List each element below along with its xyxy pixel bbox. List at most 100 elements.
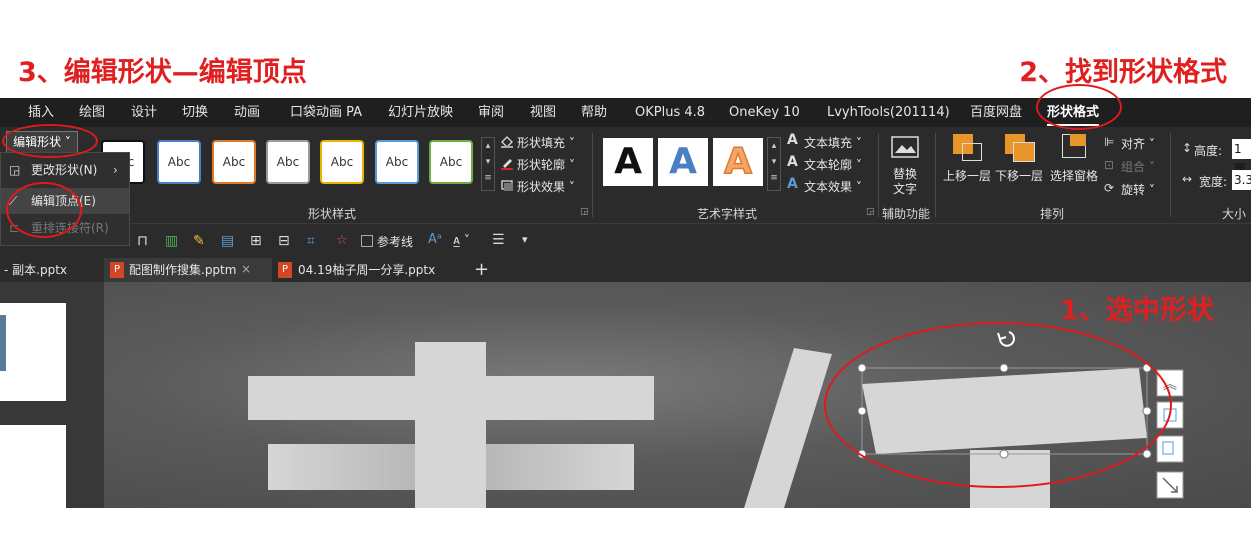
text-box-icon[interactable]: ᴀ̲ ˅ (453, 233, 470, 247)
separator (592, 133, 593, 217)
alt-text-icon (891, 136, 919, 158)
thumbnail-image (0, 315, 6, 371)
dialog-launcher-icon[interactable]: ◲ (580, 207, 589, 217)
doc-tab-copy[interactable]: - 副本.pptx (0, 258, 67, 282)
list-icon[interactable]: ☰ (492, 232, 505, 248)
highlight-selected-shape (824, 322, 1172, 488)
align-button[interactable]: 对齐 ˅ (1121, 135, 1155, 152)
align-grid-icon[interactable]: ⊞ (250, 233, 262, 249)
text-fill-icon: A (787, 132, 798, 148)
separator (1170, 133, 1171, 217)
tab-design[interactable]: 设计 (131, 98, 157, 127)
tab-help[interactable]: 帮助 (581, 98, 607, 127)
shape-style-6[interactable]: Abc (375, 140, 419, 184)
group-icon: ⊡ (1104, 158, 1115, 172)
rotate-button[interactable]: 旋转 ˅ (1121, 181, 1155, 198)
tab-pocket-animation[interactable]: 口袋动画 PA (290, 98, 362, 127)
menu-item-change-shape[interactable]: ◲ 更改形状(N) › (1, 157, 129, 183)
shape-effects-button[interactable]: 形状效果 ˅ (517, 178, 575, 195)
shape-style-2[interactable]: Abc (157, 140, 201, 184)
tab-okplus[interactable]: OKPlus 4.8 (635, 98, 705, 127)
pptx-file-icon: P (278, 262, 292, 278)
height-icon: ↕ (1182, 141, 1193, 155)
alt-text-button-line2[interactable]: 文字 (890, 180, 920, 197)
slide-thumbnail[interactable] (0, 303, 66, 401)
width-input[interactable]: 3.3 (1232, 170, 1251, 190)
rotate-icon: ⟳ (1104, 181, 1115, 195)
format-painter-icon[interactable]: ✎ (193, 233, 205, 249)
shape-style-gallery-scroll[interactable]: ▴ ▾ ≡ (481, 137, 495, 191)
guides-checkbox[interactable] (361, 235, 373, 247)
shape-style-4[interactable]: Abc (266, 140, 310, 184)
vertical-bar[interactable] (415, 342, 486, 508)
window-icon[interactable]: ▤ (221, 233, 234, 249)
chart-icon[interactable]: ▥ (165, 233, 178, 249)
tab-draw[interactable]: 绘图 (79, 98, 105, 127)
chevron-right-icon: › (113, 163, 118, 177)
wordart-style-orange[interactable]: A (713, 138, 763, 186)
wordart-gallery-scroll[interactable]: ▴ ▾ ≡ (767, 137, 781, 191)
wordart-style-black[interactable]: A (603, 138, 653, 186)
tab-view[interactable]: 视图 (530, 98, 556, 127)
wordart-style-blue[interactable]: A (658, 138, 708, 186)
highlight-shape-format-tab (1036, 84, 1122, 130)
doc-tab-pptm[interactable]: 配图制作搜集.pptm (129, 258, 236, 282)
width-label: 宽度: (1199, 175, 1228, 189)
text-effects-button[interactable]: 文本效果 ˅ (804, 178, 862, 195)
crop-icon[interactable]: ⌗ (307, 233, 315, 249)
customize-toolbar-icon[interactable]: ▾ (522, 233, 528, 246)
tab-insert[interactable]: 插入 (28, 98, 54, 127)
size-group-label: 大小 (1222, 207, 1247, 221)
caption-step2: 2、找到形状格式 (1019, 57, 1227, 88)
tab-lvyhtools[interactable]: LvyhTools(201114) (827, 98, 950, 127)
tab-onekey[interactable]: OneKey 10 (729, 98, 800, 127)
height-input[interactable]: 1 厘 (1232, 139, 1251, 176)
bring-forward-button[interactable]: 上移一层 (942, 167, 992, 184)
presenter-icon[interactable]: ⊓ (137, 233, 148, 249)
diagonal-stroke[interactable] (744, 348, 832, 508)
wordart-styles-group-label: 艺术字样式 (697, 207, 758, 221)
distribute-icon[interactable]: ⊟ (278, 233, 290, 249)
guides-label: 参考线 (377, 235, 414, 249)
close-tab-icon[interactable]: × (241, 262, 251, 276)
group-button[interactable]: 组合 ˅ (1121, 158, 1155, 175)
paint-bucket-icon (501, 136, 513, 148)
bring-forward-icon-frame (962, 143, 982, 161)
slide-thumbnail[interactable] (0, 425, 66, 508)
tab-review[interactable]: 审阅 (478, 98, 504, 127)
accessibility-group-label: 辅助功能 (882, 207, 931, 221)
align-icon: ⊫ (1104, 135, 1115, 149)
height-label: 高度: (1194, 144, 1223, 158)
shape-outline-button[interactable]: 形状轮廓 ˅ (517, 156, 575, 173)
highlight-edit-points (6, 182, 82, 238)
selection-pane-icon-fill (1070, 134, 1086, 146)
tab-baidu-netdisk[interactable]: 百度网盘 (970, 98, 1022, 127)
shape-style-5[interactable]: Abc (320, 140, 364, 184)
quick-access-toolbar: ⊓ ▥ ✎ ▤ ⊞ ⊟ ⌗ ☆ 参考线 Aᵃ ᴀ̲ ˅ ☰ ▾ (0, 223, 1251, 259)
highlight-edit-shape (2, 124, 98, 158)
send-backward-button[interactable]: 下移一层 (994, 167, 1044, 184)
star-icon[interactable]: ☆ (336, 233, 348, 248)
shape-style-3[interactable]: Abc (212, 140, 256, 184)
doc-tab-share[interactable]: 04.19柚子周一分享.pptx (298, 258, 435, 282)
send-backward-icon-frame (1013, 142, 1035, 162)
dialog-launcher-icon[interactable]: ◲ (866, 207, 875, 217)
caption-step1: 1、选中形状 (1060, 295, 1214, 326)
change-shape-label: 更改形状(N) (31, 163, 98, 177)
tab-slideshow[interactable]: 幻灯片放映 (388, 98, 453, 127)
font-size-icon[interactable]: Aᵃ (428, 232, 442, 247)
shape-styles-group-label: 形状样式 (308, 207, 357, 221)
shape-fill-button[interactable]: 形状填充 ˅ (517, 134, 575, 151)
text-fill-button[interactable]: 文本填充 ˅ (804, 134, 862, 151)
selection-pane-button[interactable]: 选择窗格 (1048, 167, 1100, 184)
separator (878, 133, 879, 217)
change-shape-icon: ◲ (9, 163, 21, 177)
text-outline-button[interactable]: 文本轮廓 ˅ (804, 156, 862, 173)
shape-style-7[interactable]: Abc (429, 140, 473, 184)
slide-thumbnail-panel (0, 282, 104, 508)
tab-transitions[interactable]: 切换 (182, 98, 208, 127)
new-tab-plus-icon[interactable]: + (474, 258, 489, 282)
tab-animations[interactable]: 动画 (234, 98, 260, 127)
ribbon: 编辑形状 ˅ Abc Abc Abc Abc Abc Abc Abc ▴▾≡ 形… (0, 127, 1251, 223)
text-effects-icon: A (787, 176, 798, 192)
